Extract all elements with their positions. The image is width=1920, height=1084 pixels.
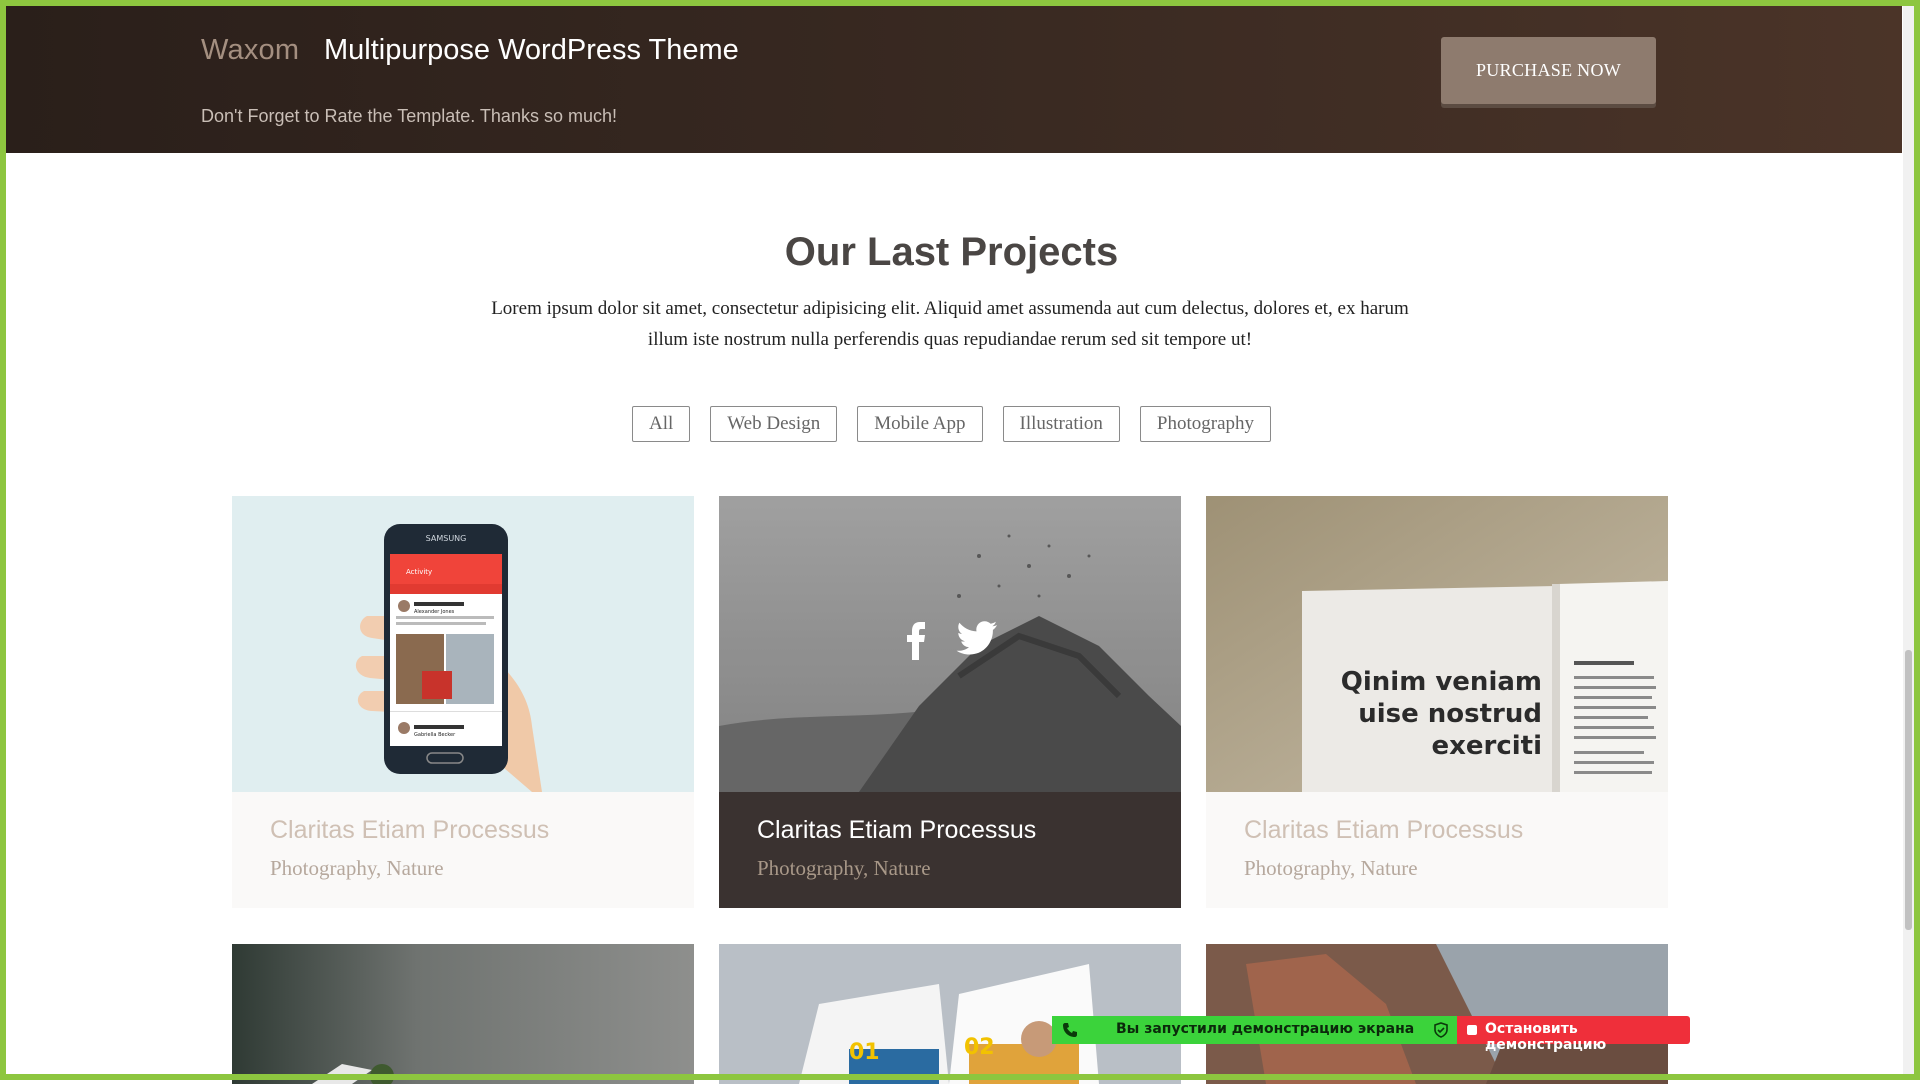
shield-icon[interactable] (1433, 1022, 1449, 1042)
phone-brand-text: SAMSUNG (426, 534, 467, 543)
project-card-partial[interactable] (232, 944, 694, 1084)
project-title[interactable]: Claritas Etiam Processus (757, 816, 1036, 845)
section-lead: Lorem ipsum dolor sit amet, consectetur … (491, 298, 1409, 350)
project-title[interactable]: Claritas Etiam Processus (1244, 816, 1523, 845)
screen-share-status-text: Вы запустили демонстрацию экрана (1116, 1021, 1415, 1037)
project-filters: All Web Design Mobile App Illustration P… (0, 406, 1903, 442)
project-title[interactable]: Claritas Etiam Processus (270, 816, 549, 845)
phone-user-name: Alexander Jones (414, 609, 455, 615)
theme-tagline: Multipurpose WordPress Theme (324, 34, 739, 66)
project-caption: Claritas Etiam Processus Photography, Na… (1206, 792, 1668, 908)
facebook-icon[interactable] (902, 621, 932, 661)
svg-text:01: 01 (849, 1040, 880, 1065)
project-caption: Claritas Etiam Processus Photography, Na… (232, 792, 694, 908)
project-card-hovered[interactable]: Claritas Etiam Processus Photography, Na… (719, 496, 1181, 908)
filter-web-design[interactable]: Web Design (710, 406, 838, 442)
project-image-magazine: Qinim veniam uise nostrud exerciti (1206, 496, 1668, 792)
project-caption: Claritas Etiam Processus Photography, Na… (719, 792, 1181, 908)
phone-user-name-2: Gabriella Becker (414, 732, 456, 738)
filter-illustration[interactable]: Illustration (1002, 406, 1120, 442)
share-icons (719, 621, 1181, 661)
purchase-now-button[interactable]: PURCHASE NOW (1441, 37, 1656, 104)
filter-mobile-app[interactable]: Mobile App (857, 406, 983, 442)
rate-reminder: Don't Forget to Rate the Template. Thank… (201, 106, 617, 126)
project-image-phone: SAMSUNG Activity Alexander Jones Gabriel… (232, 496, 694, 792)
scrollbar-thumb[interactable] (1905, 650, 1912, 930)
twitter-icon[interactable] (956, 621, 998, 661)
phone-icon (1062, 1022, 1078, 1042)
stop-sharing-button[interactable]: Остановить демонстрацию (1457, 1016, 1690, 1053)
magazine-headline: Qinim veniam uise nostrud exerciti (1340, 667, 1542, 761)
screen-share-status: Вы запустили демонстрацию экрана (1052, 1016, 1457, 1044)
project-card[interactable]: SAMSUNG Activity Alexander Jones Gabriel… (232, 496, 694, 908)
project-card-partial[interactable] (1206, 944, 1668, 1084)
project-card[interactable]: Qinim veniam uise nostrud exerciti Clari… (1206, 496, 1668, 908)
theme-promo-bar: Waxom Multipurpose WordPress Theme Don't… (6, 6, 1902, 153)
phone-app-title: Activity (406, 568, 432, 576)
filter-photography[interactable]: Photography (1139, 406, 1271, 442)
svg-text:02: 02 (964, 1035, 995, 1060)
project-categories: Photography, Nature (757, 856, 931, 880)
project-image-sea-rock (719, 496, 1181, 792)
screen-share-banner: Вы запустили демонстрацию экрана Останов… (1052, 1016, 1690, 1053)
project-categories: Photography, Nature (270, 856, 444, 880)
stop-sharing-label: Остановить демонстрацию (1485, 1021, 1607, 1053)
project-categories: Photography, Nature (1244, 856, 1418, 880)
stop-icon (1467, 1025, 1477, 1035)
project-card-partial[interactable]: 01 02 (719, 944, 1181, 1084)
section-title: Our Last Projects (784, 230, 1119, 274)
brand-logo[interactable]: Waxom (201, 34, 299, 67)
filter-all[interactable]: All (631, 406, 691, 442)
